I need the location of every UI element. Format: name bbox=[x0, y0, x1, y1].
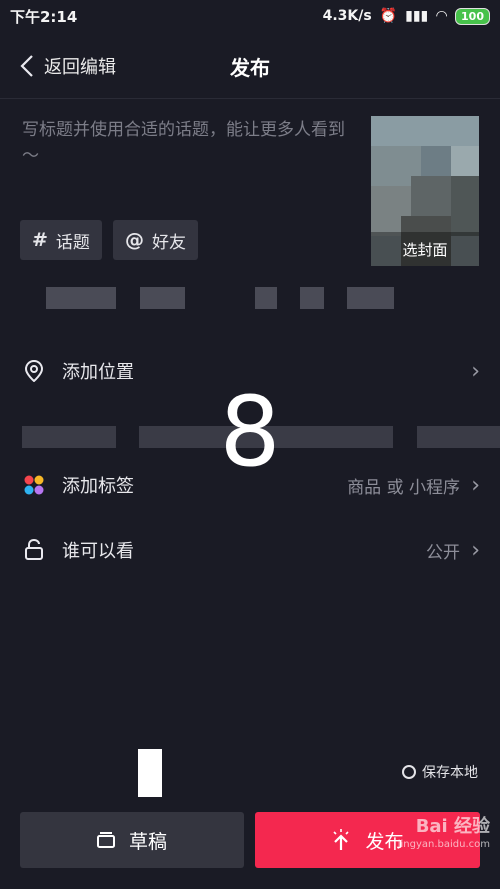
add-tag-row[interactable]: 添加标签 商品 或 小程序 › bbox=[0, 460, 500, 510]
visibility-row[interactable]: 谁可以看 公开 › bbox=[0, 525, 500, 575]
radio-icon bbox=[402, 765, 416, 779]
topic-chip[interactable]: # 话题 bbox=[20, 220, 102, 260]
save-local-toggle[interactable]: 保存本地 bbox=[402, 762, 478, 782]
cover-thumbnail-tile bbox=[451, 176, 479, 236]
blurred-content bbox=[140, 287, 185, 309]
add-location-label: 添加位置 bbox=[62, 362, 134, 383]
header-divider bbox=[0, 98, 500, 99]
add-tag-value: 商品 或 小程序 bbox=[347, 477, 460, 498]
blurred-content bbox=[417, 426, 500, 448]
friend-label: 好友 bbox=[152, 232, 186, 253]
cover-thumbnail-tile bbox=[411, 176, 451, 216]
signal-icon: ▮▮▮ bbox=[405, 8, 429, 24]
publish-arrow-icon bbox=[333, 829, 350, 850]
white-marker bbox=[138, 749, 162, 797]
blurred-content bbox=[300, 287, 324, 309]
status-bar: 下午2:14 4.3K/s ⏰ ▮▮▮ ◠ 100 bbox=[0, 0, 500, 32]
wifi-icon: ◠ bbox=[436, 8, 448, 24]
lock-icon bbox=[22, 538, 46, 562]
tag-dots-icon bbox=[22, 473, 46, 497]
alarm-icon: ⏰ bbox=[379, 8, 398, 24]
chevron-right-icon: › bbox=[471, 472, 480, 498]
caption-input[interactable]: 写标题并使用合适的话题，能让更多人看到～ bbox=[22, 117, 352, 169]
save-local-label: 保存本地 bbox=[422, 765, 478, 781]
watermark-url: jingyan.baidu.com bbox=[397, 839, 490, 850]
back-button[interactable]: 返回编辑 bbox=[20, 53, 116, 79]
friend-chip[interactable]: @ 好友 bbox=[113, 220, 198, 260]
network-speed: 4.3K/s bbox=[322, 8, 372, 24]
draft-button[interactable]: 草稿 bbox=[20, 812, 244, 868]
blurred-content bbox=[22, 426, 116, 448]
hashtag-icon: # bbox=[32, 229, 48, 251]
blurred-content bbox=[347, 287, 394, 309]
status-time: 下午2:14 bbox=[10, 7, 78, 26]
cover-label: 选封面 bbox=[371, 232, 479, 266]
back-label: 返回编辑 bbox=[44, 57, 116, 78]
add-tag-label: 添加标签 bbox=[62, 476, 134, 497]
draft-label: 草稿 bbox=[128, 830, 167, 853]
location-pin-icon bbox=[22, 359, 46, 383]
blurred-content bbox=[46, 287, 116, 309]
top-bar: 返回编辑 发布 bbox=[0, 38, 500, 94]
visibility-value: 公开 bbox=[426, 542, 460, 563]
status-indicators: 4.3K/s ⏰ ▮▮▮ ◠ 100 bbox=[322, 7, 490, 25]
chevron-right-icon: › bbox=[471, 358, 480, 384]
draft-box-icon bbox=[96, 832, 115, 848]
at-icon: @ bbox=[125, 229, 144, 251]
topic-label: 话题 bbox=[55, 232, 90, 253]
watermark-brand: Bai 经验 bbox=[415, 816, 490, 837]
chevron-right-icon: › bbox=[471, 537, 480, 563]
battery-indicator: 100 bbox=[455, 7, 490, 25]
cover-thumbnail-tile bbox=[451, 146, 479, 176]
visibility-label: 谁可以看 bbox=[62, 541, 134, 562]
cover-thumbnail-tile bbox=[421, 146, 451, 176]
blurred-content bbox=[255, 287, 277, 309]
watermark: Bai 经验 jingyan.baidu.com bbox=[398, 818, 490, 854]
chevron-left-icon bbox=[20, 55, 33, 77]
cover-selector[interactable]: 选封面 bbox=[371, 116, 479, 266]
